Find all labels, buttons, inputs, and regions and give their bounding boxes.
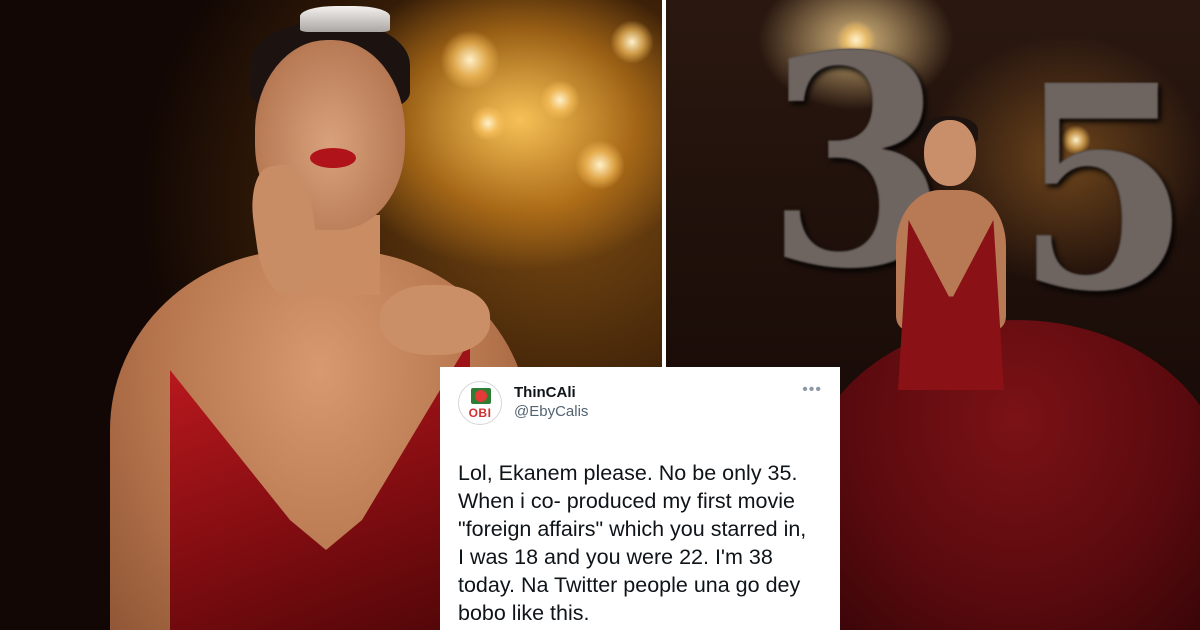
number-balloon-5: 5 [1015,25,1192,354]
light-sparkle [470,105,506,141]
light-sparkle [610,20,654,64]
party-logo-icon [471,388,491,404]
avatar-label: OBI [468,406,492,420]
woman-face [924,120,976,186]
more-options-icon[interactable]: ••• [802,381,822,398]
user-handle[interactable]: @EbyCalis [514,402,588,421]
tweet-text: Lol, Ekanem please. No be only 35. When … [458,461,807,625]
red-ball-gown [806,320,1200,630]
display-name[interactable]: ThinCAli [514,383,588,402]
red-lips [310,148,356,168]
tiara [300,6,390,32]
tweet-author: ThinCAli @EbyCalis [514,381,588,421]
avatar[interactable]: OBI [458,381,502,425]
light-sparkle [575,140,625,190]
tweet-card: OBI ThinCAli @EbyCalis ••• Lol, Ekanem p… [440,367,840,630]
light-sparkle [540,80,580,120]
tweet-header: OBI ThinCAli @EbyCalis ••• [458,381,822,429]
light-sparkle [440,30,500,90]
hand-on-chest [380,285,490,355]
